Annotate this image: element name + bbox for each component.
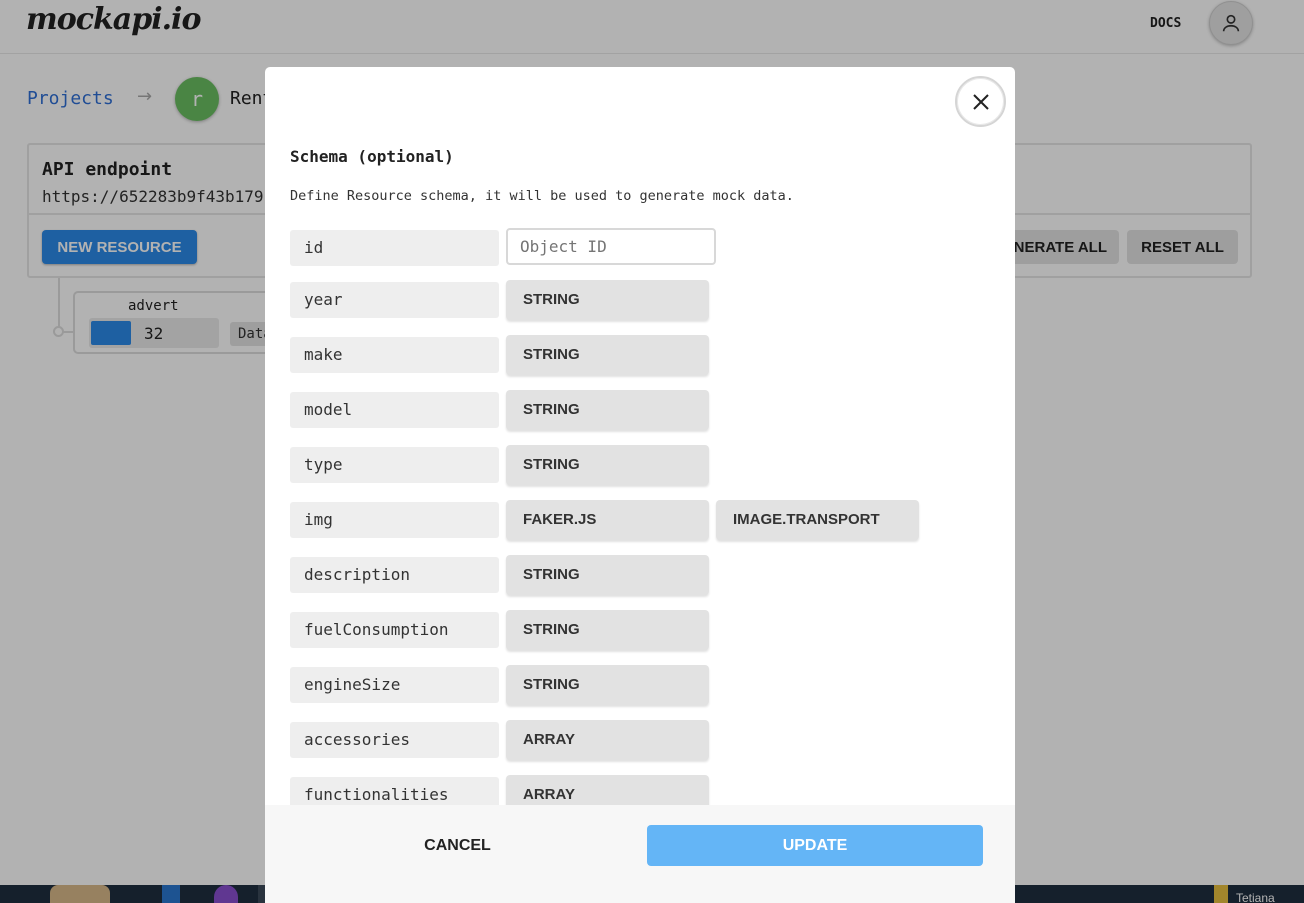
field-name-input[interactable]: year <box>290 282 499 318</box>
faker-method-select[interactable]: IMAGE.TRANSPORT <box>716 500 919 540</box>
field-type-select[interactable]: STRING <box>506 555 709 595</box>
field-type-select[interactable]: ARRAY <box>506 720 709 760</box>
field-type-select[interactable]: STRING <box>506 390 709 430</box>
field-name-input[interactable]: type <box>290 447 499 483</box>
schema-row: make STRING <box>290 335 990 375</box>
schema-row: description STRING <box>290 555 990 595</box>
field-type-select[interactable]: STRING <box>506 280 709 320</box>
field-type-select[interactable]: STRING <box>506 445 709 485</box>
field-name-input[interactable]: description <box>290 557 499 593</box>
field-type-select[interactable]: FAKER.JS <box>506 500 709 540</box>
field-name-input[interactable]: functionalities <box>290 777 499 805</box>
field-name-input[interactable]: model <box>290 392 499 428</box>
schema-row: engineSize STRING <box>290 665 990 705</box>
field-name-input[interactable]: fuelConsumption <box>290 612 499 648</box>
schema-row: id <box>290 228 990 268</box>
modal-footer: CANCEL UPDATE <box>265 805 1015 903</box>
modal-title: Schema (optional) <box>290 147 454 166</box>
field-type-select[interactable]: STRING <box>506 335 709 375</box>
close-icon <box>972 93 989 110</box>
schema-modal: Schema (optional) Define Resource schema… <box>265 67 1015 903</box>
schema-row: year STRING <box>290 280 990 320</box>
schema-field-list[interactable]: id year STRING make STRING model STRING … <box>290 228 990 805</box>
schema-row: fuelConsumption STRING <box>290 610 990 650</box>
schema-row: functionalities ARRAY <box>290 775 990 805</box>
cancel-button[interactable]: CANCEL <box>375 825 540 866</box>
schema-row: type STRING <box>290 445 990 485</box>
modal-description: Define Resource schema, it will be used … <box>290 188 794 204</box>
field-name-input[interactable]: accessories <box>290 722 499 758</box>
update-button[interactable]: UPDATE <box>647 825 983 866</box>
id-type-input[interactable] <box>506 228 716 265</box>
close-button[interactable] <box>955 76 1006 127</box>
schema-row: img FAKER.JS IMAGE.TRANSPORT <box>290 500 990 540</box>
field-type-select[interactable]: STRING <box>506 665 709 705</box>
schema-row: accessories ARRAY <box>290 720 990 760</box>
field-name-input[interactable]: engineSize <box>290 667 499 703</box>
schema-row: model STRING <box>290 390 990 430</box>
field-type-select[interactable]: STRING <box>506 610 709 650</box>
field-name-input[interactable]: make <box>290 337 499 373</box>
field-name-input[interactable]: id <box>290 230 499 266</box>
field-type-select[interactable]: ARRAY <box>506 775 709 805</box>
field-name-input[interactable]: img <box>290 502 499 538</box>
